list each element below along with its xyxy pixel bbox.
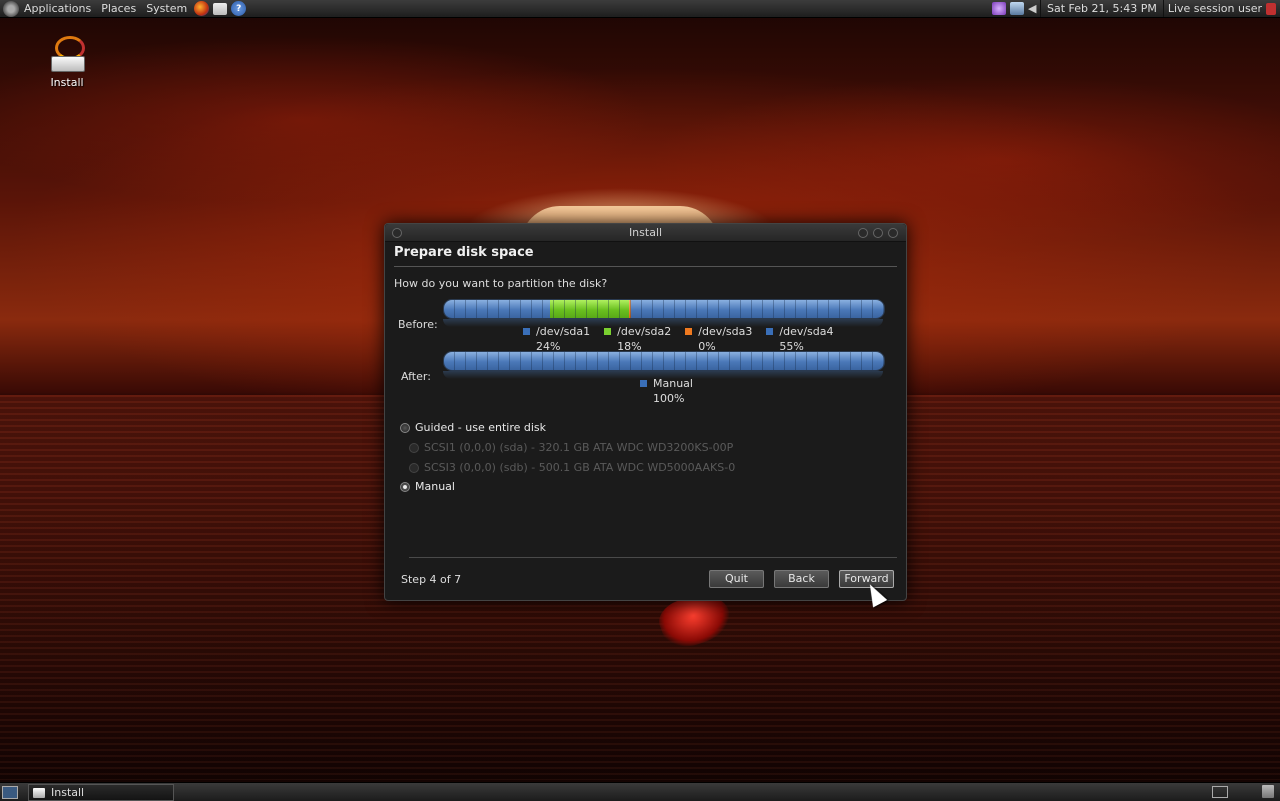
menu-system[interactable]: System xyxy=(141,0,192,17)
show-desktop-icon[interactable] xyxy=(2,786,18,799)
disk-sda-radio xyxy=(409,442,419,453)
taskbar-install-button[interactable]: Install xyxy=(28,784,174,801)
footer-divider xyxy=(409,557,897,558)
legend-partition-name: /dev/sda2 xyxy=(617,325,672,338)
legend-item: /dev/sda1 24% xyxy=(523,325,590,353)
bottom-panel: Install xyxy=(0,782,1280,801)
back-button[interactable]: Back xyxy=(774,570,829,588)
clock[interactable]: Sat Feb 21, 5:43 PM xyxy=(1040,0,1164,17)
help-launcher-icon[interactable]: ? xyxy=(231,1,247,16)
disk-sdb-radio xyxy=(409,462,419,473)
legend-partition-name: /dev/sda3 xyxy=(698,325,753,338)
before-partition-bar xyxy=(443,299,885,319)
legend-swatch xyxy=(640,380,647,387)
legend-partition-name: Manual xyxy=(653,377,693,390)
settings-tray-icon[interactable] xyxy=(992,2,1006,15)
mail-launcher-icon[interactable] xyxy=(213,2,228,15)
installer-disk-icon xyxy=(49,36,85,74)
manual-radio[interactable] xyxy=(400,481,410,492)
before-legend: /dev/sda1 24%/dev/sda2 18%/dev/sda3 0%/dev/… xyxy=(523,325,848,353)
legend-swatch xyxy=(685,328,693,335)
legend-partition-name: /dev/sda1 xyxy=(536,325,591,338)
network-tray-icon[interactable] xyxy=(1010,2,1024,15)
desktop-install-label: Install xyxy=(50,76,84,89)
menu-applications[interactable]: Applications xyxy=(19,0,96,17)
page-title: Prepare disk space xyxy=(394,245,534,260)
disk-sdb-label: SCSI3 (0,0,0) (sdb) - 500.1 GB ATA WDC W… xyxy=(424,461,736,474)
menu-places[interactable]: Places xyxy=(96,0,141,17)
legend-partition-name: /dev/sda4 xyxy=(779,325,834,338)
maximize-icon[interactable] xyxy=(873,228,883,238)
step-indicator: Step 4 of 7 xyxy=(401,573,462,586)
workspace-switcher[interactable] xyxy=(1212,786,1228,798)
bar-grid-overlay xyxy=(444,352,884,370)
after-partition-bar xyxy=(443,351,885,371)
guided-radio[interactable] xyxy=(400,422,410,433)
distro-logo-icon[interactable] xyxy=(3,0,19,17)
legend-item: /dev/sda2 18% xyxy=(604,325,671,353)
legend-percent: 100% xyxy=(653,392,685,405)
before-label: Before: xyxy=(398,318,438,331)
minimize-icon[interactable] xyxy=(858,228,868,238)
session-user[interactable]: Live session user xyxy=(1164,0,1266,17)
disk-sda-label: SCSI1 (0,0,0) (sda) - 320.1 GB ATA WDC W… xyxy=(424,441,734,454)
legend-swatch xyxy=(523,328,530,335)
installer-task-icon xyxy=(33,787,45,798)
desktop-install-icon[interactable]: Install xyxy=(40,36,94,89)
after-label: After: xyxy=(401,370,431,383)
legend-item: /dev/sda3 0% xyxy=(685,325,752,353)
close-icon[interactable] xyxy=(888,228,898,238)
quit-button[interactable]: Quit xyxy=(709,570,764,588)
legend-swatch xyxy=(766,328,774,335)
notification-area: ◀ Sat Feb 21, 5:43 PM Live session user xyxy=(990,0,1280,17)
dialog-titlebar[interactable]: Install xyxy=(385,224,906,242)
guided-label: Guided - use entire disk xyxy=(415,421,547,434)
partition-question: How do you want to partition the disk? xyxy=(394,277,608,290)
legend-item: /dev/sda4 55% xyxy=(766,325,834,353)
manual-label: Manual xyxy=(415,480,455,493)
window-menu-icon[interactable] xyxy=(392,228,402,238)
taskbar-install-label: Install xyxy=(51,786,85,799)
dialog-title: Install xyxy=(628,226,663,239)
option-disk-sdb: SCSI3 (0,0,0) (sdb) - 500.1 GB ATA WDC W… xyxy=(409,461,735,474)
install-dialog: Install Prepare disk space How do you wa… xyxy=(384,223,907,601)
shutdown-icon[interactable] xyxy=(1266,2,1276,15)
volume-tray-icon[interactable]: ◀ xyxy=(1028,2,1038,15)
bar-grid-overlay xyxy=(444,300,884,318)
option-manual[interactable]: Manual xyxy=(400,480,455,493)
legend-swatch xyxy=(604,328,612,335)
heading-divider xyxy=(394,266,897,267)
firefox-launcher-icon[interactable] xyxy=(194,1,210,16)
trash-icon[interactable] xyxy=(1262,785,1274,798)
legend-item: Manual 100% xyxy=(640,377,693,405)
after-legend: Manual 100% xyxy=(640,377,707,405)
option-disk-sda: SCSI1 (0,0,0) (sda) - 320.1 GB ATA WDC W… xyxy=(409,441,733,454)
top-panel: Applications Places System ? ◀ Sat Feb 2… xyxy=(0,0,1280,18)
option-guided[interactable]: Guided - use entire disk xyxy=(400,421,546,434)
